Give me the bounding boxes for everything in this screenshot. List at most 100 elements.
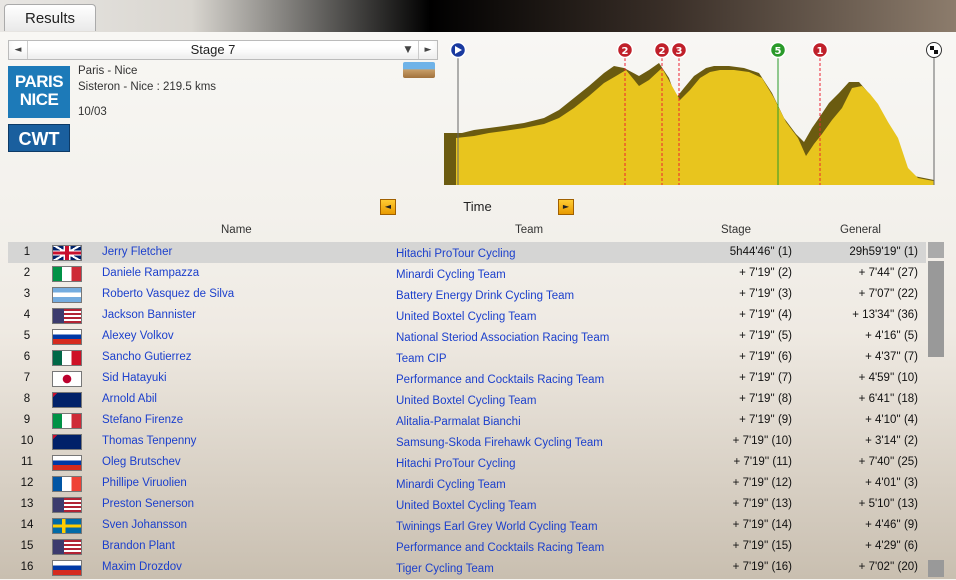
team-name-link[interactable]: Battery Energy Drink Cycling Team (396, 286, 574, 307)
scroll-up-button[interactable] (928, 242, 944, 258)
team-name-link[interactable]: National Steriod Association Racing Team (396, 328, 609, 349)
column-header-name[interactable]: Name (221, 224, 252, 236)
ranking-type-selector[interactable]: ◄ Time ► (380, 198, 575, 216)
rider-name-link[interactable]: Jackson Bannister (102, 305, 196, 326)
general-time-cell: + 7'02'' (20) (858, 561, 918, 573)
team-name-link[interactable]: Tiger Cycling Team (396, 559, 494, 580)
stage-time-cell: + 7'19'' (6) (739, 351, 792, 363)
next-stage-button[interactable]: ► (418, 41, 437, 59)
flag-icon (52, 266, 82, 282)
table-row[interactable]: 16 Maxim Drozdov Tiger Cycling Team + 7'19'… (8, 557, 926, 578)
stage-time-cell: + 7'19'' (2) (739, 267, 792, 279)
team-name-link[interactable]: Minardi Cycling Team (396, 265, 506, 286)
rider-name-link[interactable]: Sancho Gutierrez (102, 347, 192, 368)
rank-cell: 6 (23, 351, 31, 363)
general-time-cell: + 4'29'' (6) (865, 540, 918, 552)
scrollbar-thumb[interactable] (928, 261, 944, 357)
sprint-marker-icon[interactable]: 5 (769, 41, 787, 59)
rider-name-link[interactable]: Phillipe Viruolien (102, 473, 187, 494)
table-row[interactable]: 13 Preston Senerson United Boxtel Cycling … (8, 494, 926, 515)
team-name-link[interactable]: United Boxtel Cycling Team (396, 391, 536, 412)
rider-name-link[interactable]: Sid Hatayuki (102, 368, 167, 389)
stage-time-cell: + 7'19'' (3) (739, 288, 792, 300)
table-row[interactable]: 9 Stefano Firenze Alitalia-Parmalat Bianch… (8, 410, 926, 431)
climb-marker-label: 1 (817, 46, 824, 57)
finish-flag-icon[interactable] (926, 42, 942, 58)
column-header-general[interactable]: General (840, 224, 881, 236)
flag-icon (52, 497, 82, 513)
flag-icon (52, 350, 82, 366)
rider-name-link[interactable]: Brandon Plant (102, 536, 175, 557)
climb-marker-icon[interactable]: 3 (670, 41, 688, 59)
table-row[interactable]: 14 Sven Johansson Twinings Earl Grey World… (8, 515, 926, 536)
table-row[interactable]: 3 Roberto Vasquez de Silva Battery Energy … (8, 284, 926, 305)
scroll-down-button[interactable] (928, 560, 944, 577)
team-name-link[interactable]: Alitalia-Parmalat Bianchi (396, 412, 521, 433)
climb-marker-icon[interactable]: 1 (811, 41, 829, 59)
prev-stage-button[interactable]: ◄ (9, 41, 28, 59)
rank-cell: 11 (21, 456, 33, 468)
stage-title[interactable]: Stage 7 (29, 41, 397, 59)
table-row[interactable]: 5 Alexey Volkov National Steriod Associati… (8, 326, 926, 347)
general-time-cell: + 6'41'' (18) (858, 393, 918, 405)
scrollbar[interactable] (928, 242, 944, 579)
table-row[interactable]: 10 Thomas Tenpenny Samsung-Skoda Firehawk … (8, 431, 926, 452)
climb-marker-icon[interactable]: 2 (616, 41, 634, 59)
stage-time-cell: + 7'19'' (5) (739, 330, 792, 342)
team-name-link[interactable]: Twinings Earl Grey World Cycling Team (396, 517, 598, 538)
team-name-link[interactable]: Team CIP (396, 349, 447, 370)
chevron-down-icon[interactable]: ▼ (399, 41, 417, 59)
rider-name-link[interactable]: Jerry Fletcher (102, 242, 172, 263)
rank-cell: 15 (20, 540, 34, 552)
race-name: Paris - Nice (78, 65, 138, 77)
table-row[interactable]: 6 Sancho Gutierrez Team CIP + 7'19'' (6) + 4… (8, 347, 926, 368)
rider-name-link[interactable]: Alexey Volkov (102, 326, 174, 347)
flag-icon (52, 287, 82, 303)
general-time-cell: + 4'16'' (5) (865, 330, 918, 342)
start-marker-icon[interactable] (449, 41, 467, 59)
team-name-link[interactable]: United Boxtel Cycling Team (396, 307, 536, 328)
rider-name-link[interactable]: Roberto Vasquez de Silva (102, 284, 234, 305)
table-row[interactable]: 8 Arnold Abil United Boxtel Cycling Team + … (8, 389, 926, 410)
team-name-link[interactable]: Hitachi ProTour Cycling (396, 454, 516, 475)
rider-name-link[interactable]: Stefano Firenze (102, 410, 183, 431)
rank-cell: 5 (23, 330, 31, 342)
prev-ranking-button[interactable]: ◄ (380, 199, 396, 215)
general-time-cell: 29h59'19'' (1) (849, 246, 918, 258)
stage-date: 10/03 (78, 106, 107, 118)
column-header-stage[interactable]: Stage (721, 224, 751, 236)
team-name-link[interactable]: Samsung-Skoda Firehawk Cycling Team (396, 433, 603, 454)
rank-cell: 4 (23, 309, 31, 321)
column-header-team[interactable]: Team (515, 224, 543, 236)
team-name-link[interactable]: Performance and Cocktails Racing Team (396, 370, 604, 391)
table-row[interactable]: 12 Phillipe Viruolien Minardi Cycling Team… (8, 473, 926, 494)
stage-route: Sisteron - Nice : 219.5 kms (78, 81, 217, 93)
table-row[interactable]: 15 Brandon Plant Performance and Cocktails… (8, 536, 926, 557)
rider-name-link[interactable]: Maxim Drozdov (102, 557, 182, 578)
rider-name-link[interactable]: Thomas Tenpenny (102, 431, 196, 452)
table-row[interactable]: 11 Oleg Brutschev Hitachi ProTour Cycling +… (8, 452, 926, 473)
rider-name-link[interactable]: Preston Senerson (102, 494, 194, 515)
climb-marker-label: 2 (622, 46, 629, 57)
rider-name-link[interactable]: Sven Johansson (102, 515, 187, 536)
stage-time-cell: + 7'19'' (14) (732, 519, 792, 531)
tab-results[interactable]: Results (4, 4, 96, 31)
table-row[interactable]: 4 Jackson Bannister United Boxtel Cycling … (8, 305, 926, 326)
next-ranking-button[interactable]: ► (558, 199, 574, 215)
rider-name-link[interactable]: Daniele Rampazza (102, 263, 199, 284)
general-time-cell: + 4'10'' (4) (865, 414, 918, 426)
flag-icon (52, 371, 82, 387)
team-name-link[interactable]: Hitachi ProTour Cycling (396, 244, 516, 265)
stage-selector[interactable]: ◄ Stage 7 ▼ ► (8, 40, 438, 60)
rider-name-link[interactable]: Oleg Brutschev (102, 452, 181, 473)
rider-name-link[interactable]: Arnold Abil (102, 389, 157, 410)
team-name-link[interactable]: Performance and Cocktails Racing Team (396, 538, 604, 559)
table-row[interactable]: 1 Jerry Fletcher Hitachi ProTour Cycling 5h… (8, 242, 926, 263)
team-name-link[interactable]: Minardi Cycling Team (396, 475, 506, 496)
climb-marker-icon[interactable]: 2 (653, 41, 671, 59)
stage-time-cell: + 7'19'' (8) (739, 393, 792, 405)
stage-time-cell: + 7'19'' (11) (733, 456, 792, 468)
table-row[interactable]: 7 Sid Hatayuki Performance and Cocktails R… (8, 368, 926, 389)
team-name-link[interactable]: United Boxtel Cycling Team (396, 496, 536, 517)
table-row[interactable]: 2 Daniele Rampazza Minardi Cycling Team + 7… (8, 263, 926, 284)
